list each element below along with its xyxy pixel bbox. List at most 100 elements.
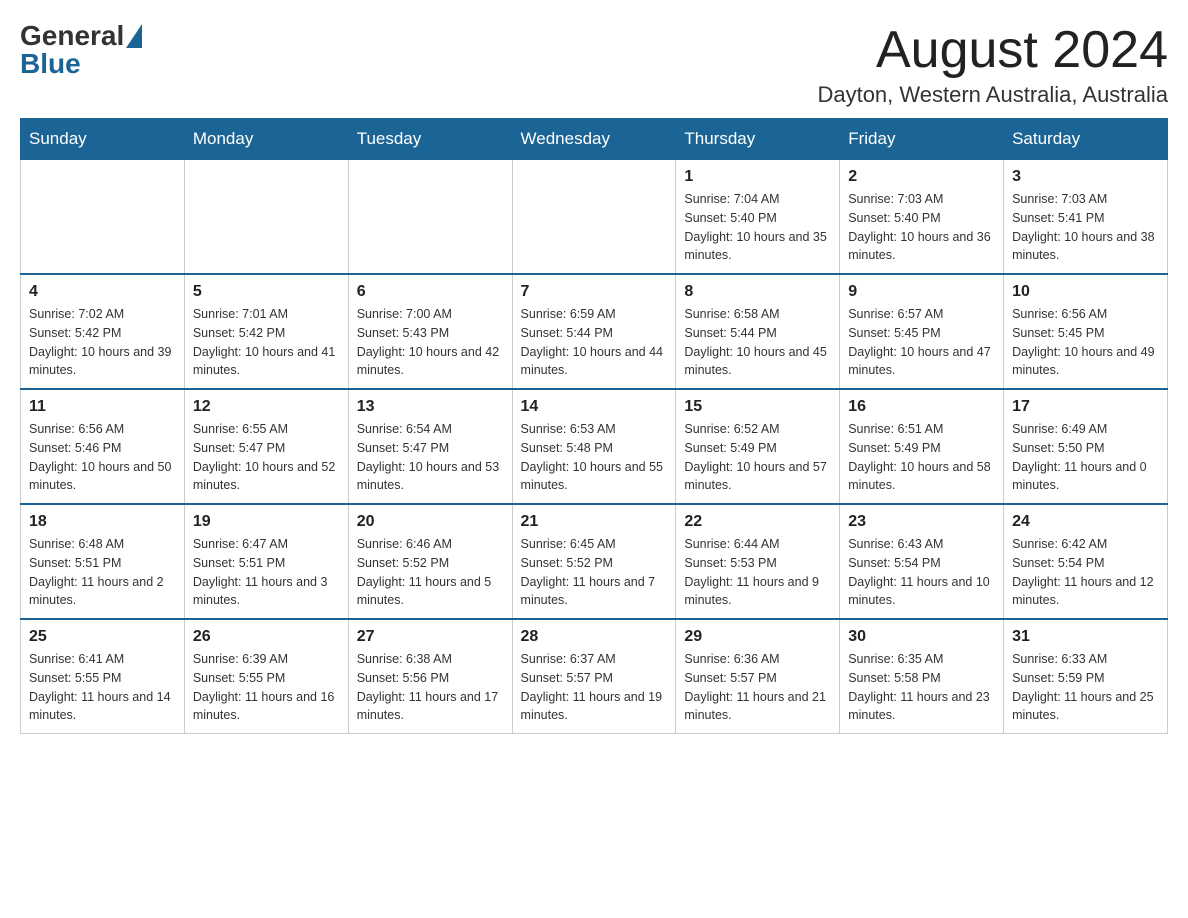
day-number: 2 (848, 168, 995, 186)
calendar-day-cell: 30 Sunrise: 6:35 AM Sunset: 5:58 PM Dayli… (840, 619, 1004, 734)
location-title: Dayton, Western Australia, Australia (817, 82, 1168, 108)
day-number: 9 (848, 283, 995, 301)
calendar-header-cell: Thursday (676, 119, 840, 160)
calendar-day-cell: 24 Sunrise: 6:42 AM Sunset: 5:54 PM Dayli… (1004, 504, 1168, 619)
day-number: 23 (848, 513, 995, 531)
calendar-table: SundayMondayTuesdayWednesdayThursdayFrid… (20, 118, 1168, 734)
day-number: 11 (29, 398, 176, 416)
day-info: Sunrise: 6:45 AM Sunset: 5:52 PM Dayligh… (521, 535, 668, 610)
day-number: 25 (29, 628, 176, 646)
calendar-day-cell: 20Sunrise: 6:46 AM Sunset: 5:52 PM Dayli… (348, 504, 512, 619)
day-number: 30 (848, 628, 995, 646)
day-info: Sunrise: 6:37 AM Sunset: 5:57 PM Dayligh… (521, 650, 668, 725)
calendar-day-cell: 18 Sunrise: 6:48 AM Sunset: 5:51 PM Dayli… (21, 504, 185, 619)
calendar-day-cell: 12 Sunrise: 6:55 AM Sunset: 5:47 PM Dayli… (184, 389, 348, 504)
calendar-day-cell: 7Sunrise: 6:59 AM Sunset: 5:44 PM Daylig… (512, 274, 676, 389)
day-number: 20 (357, 513, 504, 531)
day-number: 8 (684, 283, 831, 301)
day-number: 5 (193, 283, 340, 301)
day-number: 29 (684, 628, 831, 646)
day-number: 4 (29, 283, 176, 301)
day-info: Sunrise: 6:36 AM Sunset: 5:57 PM Dayligh… (684, 650, 831, 725)
calendar-day-cell: 26 Sunrise: 6:39 AM Sunset: 5:55 PM Dayli… (184, 619, 348, 734)
calendar-day-cell: 28 Sunrise: 6:37 AM Sunset: 5:57 PM Dayli… (512, 619, 676, 734)
calendar-day-cell: 13 Sunrise: 6:54 AM Sunset: 5:47 PM Dayli… (348, 389, 512, 504)
calendar-day-cell: 9 Sunrise: 6:57 AM Sunset: 5:45 PM Daylig… (840, 274, 1004, 389)
day-info: Sunrise: 7:02 AM Sunset: 5:42 PM Dayligh… (29, 305, 176, 380)
calendar-day-cell (512, 160, 676, 275)
day-info: Sunrise: 6:44 AM Sunset: 5:53 PM Dayligh… (684, 535, 831, 610)
calendar-day-cell: 25Sunrise: 6:41 AM Sunset: 5:55 PM Dayli… (21, 619, 185, 734)
day-info: Sunrise: 6:51 AM Sunset: 5:49 PM Dayligh… (848, 420, 995, 495)
calendar-day-cell: 23 Sunrise: 6:43 AM Sunset: 5:54 PM Dayli… (840, 504, 1004, 619)
day-info: Sunrise: 6:49 AM Sunset: 5:50 PM Dayligh… (1012, 420, 1159, 495)
day-number: 16 (848, 398, 995, 416)
day-number: 21 (521, 513, 668, 531)
calendar-day-cell: 1 Sunrise: 7:04 AM Sunset: 5:40 PM Daylig… (676, 160, 840, 275)
day-info: Sunrise: 6:42 AM Sunset: 5:54 PM Dayligh… (1012, 535, 1159, 610)
calendar-day-cell: 5 Sunrise: 7:01 AM Sunset: 5:42 PM Daylig… (184, 274, 348, 389)
day-info: Sunrise: 6:43 AM Sunset: 5:54 PM Dayligh… (848, 535, 995, 610)
calendar-day-cell: 27Sunrise: 6:38 AM Sunset: 5:56 PM Dayli… (348, 619, 512, 734)
calendar-day-cell: 21 Sunrise: 6:45 AM Sunset: 5:52 PM Dayli… (512, 504, 676, 619)
calendar-header-row: SundayMondayTuesdayWednesdayThursdayFrid… (21, 119, 1168, 160)
day-info: Sunrise: 6:58 AM Sunset: 5:44 PM Dayligh… (684, 305, 831, 380)
day-info: Sunrise: 6:52 AM Sunset: 5:49 PM Dayligh… (684, 420, 831, 495)
day-number: 28 (521, 628, 668, 646)
day-info: Sunrise: 6:55 AM Sunset: 5:47 PM Dayligh… (193, 420, 340, 495)
day-number: 24 (1012, 513, 1159, 531)
calendar-week-row: 18 Sunrise: 6:48 AM Sunset: 5:51 PM Dayli… (21, 504, 1168, 619)
day-number: 22 (684, 513, 831, 531)
day-info: Sunrise: 7:03 AM Sunset: 5:40 PM Dayligh… (848, 190, 995, 265)
day-info: Sunrise: 7:03 AM Sunset: 5:41 PM Dayligh… (1012, 190, 1159, 265)
calendar-day-cell: 4 Sunrise: 7:02 AM Sunset: 5:42 PM Daylig… (21, 274, 185, 389)
day-number: 12 (193, 398, 340, 416)
calendar-day-cell: 16 Sunrise: 6:51 AM Sunset: 5:49 PM Dayli… (840, 389, 1004, 504)
day-number: 7 (521, 283, 668, 301)
calendar-day-cell (21, 160, 185, 275)
day-number: 6 (357, 283, 504, 301)
calendar-week-row: 11Sunrise: 6:56 AM Sunset: 5:46 PM Dayli… (21, 389, 1168, 504)
title-block: August 2024 Dayton, Western Australia, A… (817, 20, 1168, 108)
calendar-header-cell: Saturday (1004, 119, 1168, 160)
calendar-day-cell: 10 Sunrise: 6:56 AM Sunset: 5:45 PM Dayli… (1004, 274, 1168, 389)
day-number: 14 (521, 398, 668, 416)
day-info: Sunrise: 7:04 AM Sunset: 5:40 PM Dayligh… (684, 190, 831, 265)
day-info: Sunrise: 6:35 AM Sunset: 5:58 PM Dayligh… (848, 650, 995, 725)
calendar-header-cell: Wednesday (512, 119, 676, 160)
calendar-day-cell: 2 Sunrise: 7:03 AM Sunset: 5:40 PM Daylig… (840, 160, 1004, 275)
calendar-body: 1 Sunrise: 7:04 AM Sunset: 5:40 PM Daylig… (21, 160, 1168, 734)
day-number: 10 (1012, 283, 1159, 301)
calendar-week-row: 25Sunrise: 6:41 AM Sunset: 5:55 PM Dayli… (21, 619, 1168, 734)
calendar-day-cell: 31Sunrise: 6:33 AM Sunset: 5:59 PM Dayli… (1004, 619, 1168, 734)
calendar-day-cell: 8 Sunrise: 6:58 AM Sunset: 5:44 PM Daylig… (676, 274, 840, 389)
day-number: 15 (684, 398, 831, 416)
calendar-header-cell: Monday (184, 119, 348, 160)
day-info: Sunrise: 6:39 AM Sunset: 5:55 PM Dayligh… (193, 650, 340, 725)
day-number: 1 (684, 168, 831, 186)
day-info: Sunrise: 6:57 AM Sunset: 5:45 PM Dayligh… (848, 305, 995, 380)
day-info: Sunrise: 7:00 AM Sunset: 5:43 PM Dayligh… (357, 305, 504, 380)
calendar-day-cell (184, 160, 348, 275)
day-number: 26 (193, 628, 340, 646)
day-info: Sunrise: 7:01 AM Sunset: 5:42 PM Dayligh… (193, 305, 340, 380)
calendar-day-cell: 19Sunrise: 6:47 AM Sunset: 5:51 PM Dayli… (184, 504, 348, 619)
day-info: Sunrise: 6:54 AM Sunset: 5:47 PM Dayligh… (357, 420, 504, 495)
calendar-day-cell: 29 Sunrise: 6:36 AM Sunset: 5:57 PM Dayli… (676, 619, 840, 734)
calendar-header-cell: Sunday (21, 119, 185, 160)
day-info: Sunrise: 6:56 AM Sunset: 5:45 PM Dayligh… (1012, 305, 1159, 380)
day-info: Sunrise: 6:38 AM Sunset: 5:56 PM Dayligh… (357, 650, 504, 725)
calendar-day-cell (348, 160, 512, 275)
logo-blue-text: Blue (20, 48, 81, 80)
calendar-day-cell: 14Sunrise: 6:53 AM Sunset: 5:48 PM Dayli… (512, 389, 676, 504)
day-number: 17 (1012, 398, 1159, 416)
calendar-week-row: 1 Sunrise: 7:04 AM Sunset: 5:40 PM Daylig… (21, 160, 1168, 275)
calendar-day-cell: 17 Sunrise: 6:49 AM Sunset: 5:50 PM Dayli… (1004, 389, 1168, 504)
day-info: Sunrise: 6:48 AM Sunset: 5:51 PM Dayligh… (29, 535, 176, 610)
day-number: 18 (29, 513, 176, 531)
calendar-day-cell: 15 Sunrise: 6:52 AM Sunset: 5:49 PM Dayli… (676, 389, 840, 504)
day-info: Sunrise: 6:33 AM Sunset: 5:59 PM Dayligh… (1012, 650, 1159, 725)
calendar-day-cell: 6 Sunrise: 7:00 AM Sunset: 5:43 PM Daylig… (348, 274, 512, 389)
day-number: 13 (357, 398, 504, 416)
month-title: August 2024 (817, 20, 1168, 80)
